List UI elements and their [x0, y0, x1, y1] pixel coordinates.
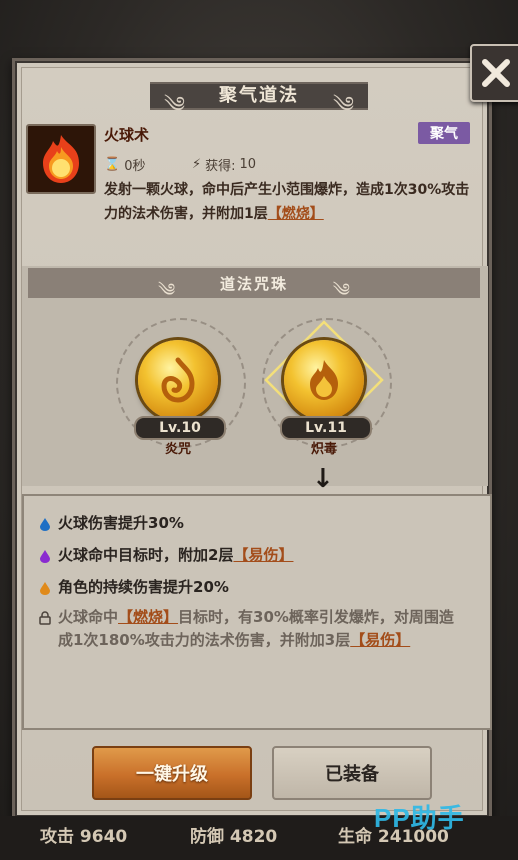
- skill-name: 火球术: [104, 126, 150, 144]
- right-swirl-icon: ༄: [332, 280, 350, 301]
- skill-type-badge: 聚气: [418, 122, 470, 144]
- effect-text: 火球命中: [58, 608, 119, 626]
- charm-header: ༄ 道法咒珠 ༄: [28, 268, 480, 301]
- effect-3: 角色的持续伤害提升20%: [38, 576, 229, 599]
- orange-drop-icon: [40, 582, 50, 595]
- gain-stat: ⚡ 获得: 10: [192, 155, 256, 174]
- fireball-icon: [43, 135, 79, 183]
- flame-swirl-icon: [161, 357, 195, 403]
- effects-box: 火球伤害提升30% 火球命中目标时，附加2层【易伤】 角色的持续伤害提升20% …: [22, 494, 492, 730]
- cooldown-value: 0秒: [124, 159, 146, 174]
- close-icon: [482, 59, 510, 87]
- arrow-down-icon: ↓: [312, 464, 334, 494]
- effect-text: 火球命中目标时，附加2层: [58, 546, 234, 564]
- blue-drop-icon: [40, 518, 50, 531]
- gain-label: 获得:: [205, 159, 236, 174]
- flame-icon: [310, 360, 338, 400]
- effect-text: 角色的持续伤害提升20%: [58, 578, 229, 596]
- right-swirl-icon: ༄: [332, 93, 354, 118]
- burn-tag-link[interactable]: 【燃烧】: [268, 206, 324, 222]
- title-banner: ༄ 聚气道法 ༄: [150, 76, 368, 118]
- close-button[interactable]: [470, 44, 518, 102]
- orb-name: 炎咒: [164, 442, 191, 457]
- charm-section: [22, 266, 488, 486]
- effect-2: 火球命中目标时，附加2层【易伤】: [38, 544, 293, 567]
- orb-level: Lv.10: [134, 416, 226, 440]
- vulnerable-tag-link[interactable]: 【易伤】: [233, 546, 293, 564]
- effect-4-locked: 火球命中【燃烧】目标时，有30%概率引发爆炸，对周围造成1次180%攻击力的法术…: [38, 606, 468, 652]
- lightning-icon: ⚡: [192, 157, 202, 172]
- effect-text: 火球伤害提升30%: [58, 514, 184, 532]
- purple-drop-icon: [40, 550, 50, 563]
- vulnerable-tag-link[interactable]: 【易伤】: [350, 631, 410, 649]
- effect-1: 火球伤害提升30%: [38, 512, 184, 535]
- skill-icon: [26, 124, 96, 194]
- equipped-button[interactable]: 已装备: [272, 746, 432, 800]
- left-swirl-icon: ༄: [164, 93, 186, 118]
- hourglass-icon: ⌛: [104, 157, 121, 172]
- charm-header-title: 道法咒珠: [219, 274, 288, 293]
- defense-stat: 防御 4820: [190, 827, 278, 847]
- lock-icon: [39, 611, 51, 625]
- charm-orb-chidu[interactable]: Lv.11 炽毒: [262, 318, 392, 470]
- page-title: 聚气道法: [219, 85, 299, 106]
- watermark: PP助手: [374, 803, 465, 833]
- gain-value: 10: [239, 157, 257, 172]
- orb-name: 炽毒: [310, 442, 337, 457]
- charm-orb-yanzhou[interactable]: Lv.10 炎咒: [116, 318, 246, 470]
- skill-description: 发射一颗火球，命中后产生小范围爆炸，造成1次30%攻击力的法术伤害，并附加1层【…: [104, 178, 474, 226]
- orb-level: Lv.11: [280, 416, 372, 440]
- burn-tag-link[interactable]: 【燃烧】: [118, 608, 178, 626]
- orb: [284, 340, 364, 420]
- attack-stat: 攻击 9640: [40, 827, 128, 847]
- cooldown-stat: ⌛ 0秒: [104, 155, 145, 174]
- left-swirl-icon: ༄: [158, 280, 176, 301]
- orb: [138, 340, 218, 420]
- upgrade-all-button[interactable]: 一键升级: [92, 746, 252, 800]
